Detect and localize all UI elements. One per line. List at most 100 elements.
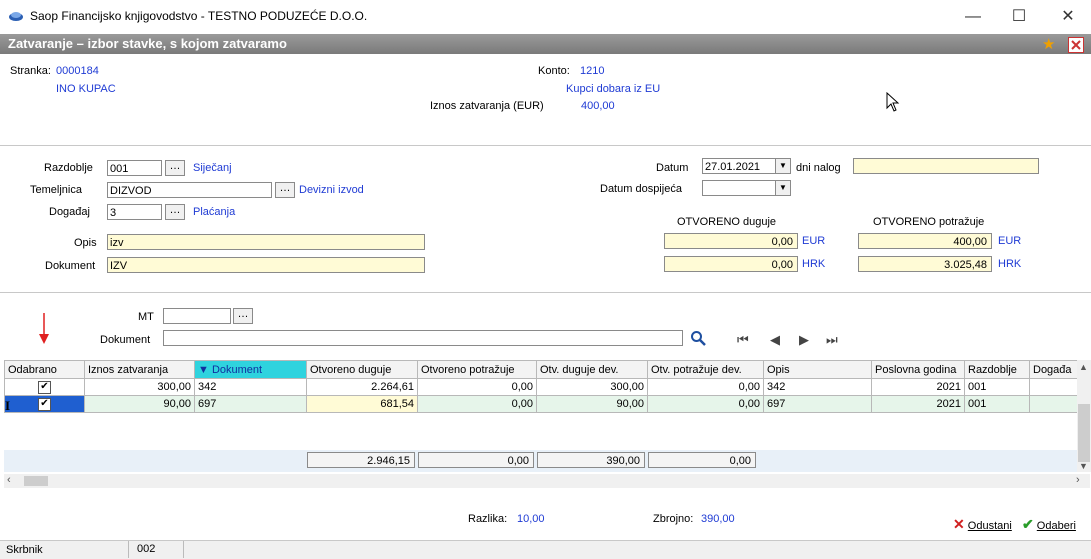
horizontal-scrollbar-thumb[interactable]: [24, 476, 48, 486]
odaberi-label: Odaberi: [1036, 520, 1076, 532]
col-pot-dev[interactable]: Otv. potražuje dev.: [647, 360, 764, 379]
temeljnica-label: Temeljnica: [30, 184, 82, 196]
first-record-icon[interactable]: ⏮: [737, 332, 749, 348]
datum-input[interactable]: 27.01.2021: [702, 158, 776, 174]
opis-input[interactable]: izv: [107, 234, 425, 250]
datum-label: Datum: [656, 162, 689, 174]
scrollbar-thumb[interactable]: [1078, 404, 1090, 462]
col-dug-dev[interactable]: Otv. duguje dev.: [536, 360, 648, 379]
datum-dropdown-icon[interactable]: ▼: [775, 158, 791, 174]
cell-pot-dev: 0,00: [647, 395, 764, 413]
scroll-left-icon[interactable]: ‹: [7, 474, 11, 486]
minimize-button[interactable]: —: [950, 2, 996, 32]
cell-dogadaj: [1029, 378, 1080, 396]
total-pot-dev: 0,00: [648, 452, 756, 468]
dni-nalog-input[interactable]: [853, 158, 1039, 174]
close-form-icon[interactable]: [1068, 37, 1084, 53]
data-grid[interactable]: Odabrano Iznos zatvaranja ▼ Dokument Otv…: [4, 360, 1080, 460]
next-record-icon[interactable]: ▶: [799, 332, 809, 348]
col-opis[interactable]: Opis: [763, 360, 872, 379]
cell-godina: 2021: [871, 395, 965, 413]
dogadaj-desc: Plaćanja: [193, 206, 236, 218]
dokument-input[interactable]: IZV: [107, 257, 425, 273]
col-otv-potrazuje[interactable]: Otvoreno potražuje: [417, 360, 537, 379]
search-icon[interactable]: [690, 330, 706, 349]
odustani-button[interactable]: ✕ Odustani: [953, 516, 1012, 533]
form-header: Zatvaranje – izbor stavke, s kojom zatva…: [0, 34, 1091, 54]
cell-otv-duguje: 681,54: [306, 395, 418, 413]
dogadaj-input[interactable]: 3: [107, 204, 162, 220]
scroll-right-icon[interactable]: ›: [1076, 474, 1080, 486]
col-otv-duguje[interactable]: Otvoreno duguje: [306, 360, 418, 379]
total-dug-dev: 390,00: [537, 452, 645, 468]
cell-otv-duguje: 2.264,61: [306, 378, 418, 396]
checkmark-icon: ✔: [1022, 516, 1034, 532]
temeljnica-lookup-button[interactable]: …: [275, 182, 295, 198]
datum-dospijeca-dropdown-icon[interactable]: ▼: [775, 180, 791, 196]
favorite-star-icon[interactable]: ★: [1042, 35, 1055, 53]
maximize-button[interactable]: ☐: [996, 2, 1042, 32]
odabrano-checkbox[interactable]: ✔: [38, 398, 51, 411]
status-bar: Skrbnik 002: [0, 540, 1091, 559]
currency-eur-1: EUR: [802, 235, 826, 247]
temeljnica-desc: Devizni izvod: [299, 184, 364, 196]
filter-dokument-input[interactable]: [163, 330, 683, 346]
iznos-value: 400,00: [581, 100, 615, 112]
col-iznos[interactable]: Iznos zatvaranja: [84, 360, 195, 379]
window-titlebar: Saop Financijsko knjigovodstvo - TESTNO …: [0, 0, 1091, 34]
mt-lookup-button[interactable]: …: [233, 308, 253, 324]
razdoblje-input[interactable]: 001: [107, 160, 162, 176]
odabrano-checkbox[interactable]: ✔: [38, 381, 51, 394]
table-row[interactable]: ✔ 90,00 697 681,54 0,00 90,00 0,00 697 2…: [4, 395, 1080, 413]
konto-label: Konto:: [538, 65, 570, 77]
col-odabrano[interactable]: Odabrano: [4, 360, 85, 379]
previous-record-icon[interactable]: ◀: [770, 332, 780, 348]
col-dogadaj[interactable]: Događa: [1029, 360, 1080, 379]
temeljnica-input[interactable]: DIZVOD: [107, 182, 272, 198]
otv-duguje-hrk: 0,00: [664, 256, 798, 272]
cell-dug-dev: 90,00: [536, 395, 648, 413]
razdoblje-desc: Siječanj: [193, 162, 232, 174]
mt-label: MT: [138, 311, 154, 323]
row-marker-icon: I: [5, 398, 11, 413]
stranka-label: Stranka:: [10, 65, 51, 77]
otv-duguje-label: OTVORENO duguje: [677, 216, 777, 228]
last-record-icon[interactable]: ⏭: [826, 332, 838, 348]
zbrojno-value: 390,00: [701, 513, 735, 525]
cell-razdoblje: 001: [964, 395, 1030, 413]
dogadaj-lookup-button[interactable]: …: [165, 204, 185, 220]
odaberi-button[interactable]: ✔ Odaberi: [1022, 516, 1076, 533]
cell-opis: 697: [763, 395, 872, 413]
scroll-up-icon[interactable]: ▲: [1079, 362, 1088, 372]
cell-opis: 342: [763, 378, 872, 396]
mouse-cursor-icon: [886, 91, 900, 115]
cell-dogadaj: [1029, 395, 1080, 413]
cell-dug-dev: 300,00: [536, 378, 648, 396]
close-button[interactable]: ✕: [1045, 2, 1091, 32]
stranka-name: INO KUPAC: [56, 83, 116, 95]
konto-name: Kupci dobara iz EU: [566, 83, 661, 95]
form-title: Zatvaranje – izbor stavke, s kojom zatva…: [8, 36, 287, 51]
datum-dospijeca-label: Datum dospijeća: [600, 183, 682, 195]
horizontal-scrollbar[interactable]: ‹ ›: [4, 474, 1090, 488]
zbrojno-label: Zbrojno:: [653, 513, 694, 525]
razdoblje-lookup-button[interactable]: …: [165, 160, 185, 176]
col-dokument[interactable]: ▼ Dokument: [194, 360, 307, 379]
stranka-code: 0000184: [56, 65, 99, 77]
mt-input[interactable]: [163, 308, 231, 324]
col-godina[interactable]: Poslovna godina: [871, 360, 965, 379]
scroll-down-icon[interactable]: ▼: [1079, 461, 1088, 471]
cell-godina: 2021: [871, 378, 965, 396]
filter-dokument-label: Dokument: [100, 334, 151, 346]
cell-iznos[interactable]: 300,00: [84, 378, 195, 396]
otv-potrazuje-eur: 400,00: [858, 233, 992, 249]
skrbnik-value: 002: [128, 541, 184, 558]
col-razdoblje[interactable]: Razdoblje: [964, 360, 1030, 379]
vertical-scrollbar[interactable]: ▲ ▼: [1077, 360, 1091, 472]
currency-hrk-1: HRK: [802, 258, 826, 270]
table-row[interactable]: ✔ 300,00 342 2.264,61 0,00 300,00 0,00 3…: [4, 378, 1080, 396]
cell-dokument: 697: [194, 395, 307, 413]
cell-iznos[interactable]: 90,00: [84, 395, 195, 413]
section-divider: [0, 145, 1091, 146]
datum-dospijeca-input[interactable]: [702, 180, 776, 196]
